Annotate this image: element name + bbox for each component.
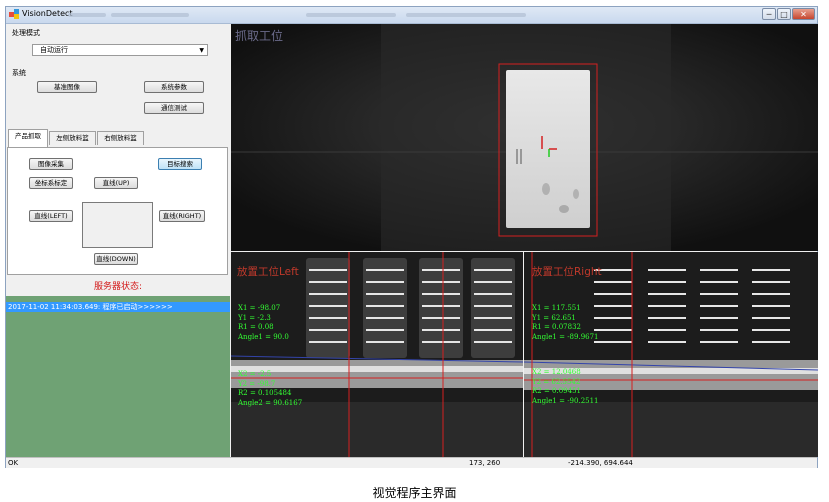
grab-camera-image — [231, 24, 818, 251]
place-right-view-label: 放置工位Right — [532, 266, 602, 278]
place-left-measurements-2: X2 = -2.5 Y2 = -98.7 R2 = 0.105484 Angle… — [238, 370, 302, 408]
measure-line: Y2 = -98.7 — [238, 379, 276, 388]
tab-panel: 图像采集 目标搜索 坐标系标定 直线(UP) 直线(LEFT) 直线(RIGHT… — [7, 147, 228, 275]
place-right-camera-image — [524, 252, 818, 457]
title-bar[interactable]: VisionDetect ─ □ ✕ — [6, 7, 817, 24]
app-window: VisionDetect ─ □ ✕ 处理模式 自动运行 ▼ 系统 基准图像 系… — [5, 6, 818, 468]
measure-line: R1 = 0.08 — [238, 323, 274, 331]
server-status-label: 服务器状态: — [93, 282, 143, 292]
camera-view-place-left[interactable]: 放置工位Left X1 = -98.07 Y1 = -2.3 R1 = 0.08… — [231, 252, 523, 457]
tab-left-basket[interactable]: 左侧放料篮 — [49, 131, 96, 145]
camera-view-place-right[interactable]: 放置工位Right X1 = 117.551 Y1 = 62.651 R1 = … — [524, 252, 818, 457]
place-right-measurements: X1 = 117.551 Y1 = 62.651 R1 = 0.07832 An… — [532, 304, 599, 342]
status-text: OK — [8, 459, 19, 467]
measure-line: R2 = 0.105484 — [238, 389, 292, 397]
minimize-button[interactable]: ─ — [762, 8, 776, 20]
measure-line: R1 = 0.07832 — [532, 323, 581, 331]
measure-line: X2 = 12.0468 — [532, 368, 581, 376]
place-left-view-label: 放置工位Left — [237, 266, 299, 278]
measure-line: Y2 = 62.5542 — [532, 377, 581, 386]
close-button[interactable]: ✕ — [792, 8, 815, 20]
comm-test-button[interactable]: 通信测试 — [144, 102, 204, 114]
tab-product-grab[interactable]: 产品抓取 — [8, 129, 48, 147]
place-left-camera-image — [231, 252, 523, 457]
place-left-measurements: X1 = -98.07 Y1 = -2.3 R1 = 0.08 Angle1 =… — [238, 304, 289, 342]
measure-line: R2 = 0.09451 — [532, 387, 581, 395]
grab-view-label: 抓取工位 — [235, 29, 284, 43]
figure-caption: 视觉程序主界面 — [372, 486, 457, 500]
blurred-title-text — [406, 13, 526, 17]
blurred-title-text — [68, 13, 106, 17]
target-search-button[interactable]: 目标搜索 — [158, 158, 202, 170]
maximize-button[interactable]: □ — [777, 8, 791, 20]
measure-line: Y1 = -2.3 — [238, 313, 271, 322]
chevron-down-icon: ▼ — [199, 47, 204, 54]
blurred-title-text — [111, 13, 189, 17]
measure-line: Angle1 = -90.2511 — [532, 396, 599, 405]
log-list[interactable]: 2017-11-02 11:34:03.649: 程序已启动>>>>>> — [6, 296, 230, 457]
tab-right-basket[interactable]: 右侧放料篮 — [97, 131, 144, 145]
mode-label: 处理模式 — [12, 29, 40, 37]
measure-line: Angle1 = 90.0 — [238, 332, 289, 341]
preview-box — [82, 202, 153, 248]
measure-line: Angle2 = 90.6167 — [238, 398, 303, 407]
base-image-button[interactable]: 基准图像 — [37, 81, 97, 93]
line-left-button[interactable]: 直线(LEFT) — [29, 210, 73, 222]
window-title: VisionDetect — [22, 9, 73, 18]
measure-line: X2 = -2.5 — [238, 370, 272, 378]
mode-select-value: 自动运行 — [40, 46, 68, 54]
control-panel: 处理模式 自动运行 ▼ 系统 基准图像 系统参数 通信测试 产品抓取 左侧放料篮… — [6, 24, 230, 457]
line-down-button[interactable]: 直线(DOWN) — [94, 253, 138, 265]
measure-line: Y1 = 62.651 — [532, 313, 576, 322]
system-label: 系统 — [12, 69, 26, 77]
measure-line: X1 = -98.07 — [238, 304, 281, 312]
mode-select[interactable]: 自动运行 ▼ — [32, 44, 208, 56]
image-capture-button[interactable]: 图像采集 — [29, 158, 73, 170]
app-icon — [9, 9, 19, 19]
line-right-button[interactable]: 直线(RIGHT) — [159, 210, 205, 222]
status-bar: OK 173, 260 -214.390, 694.644 — [6, 457, 817, 468]
camera-view-grab[interactable]: 抓取工位 — [231, 24, 818, 251]
coord-calib-button[interactable]: 坐标系标定 — [29, 177, 73, 189]
line-up-button[interactable]: 直线(UP) — [94, 177, 138, 189]
pixel-coordinates: 173, 260 — [469, 459, 501, 467]
measure-line: Angle1 = -89.9671 — [532, 332, 599, 341]
system-params-button[interactable]: 系统参数 — [144, 81, 204, 93]
world-coordinates: -214.390, 694.644 — [568, 459, 633, 467]
log-entry[interactable]: 2017-11-02 11:34:03.649: 程序已启动>>>>>> — [6, 302, 230, 312]
measure-line: X1 = 117.551 — [532, 304, 581, 312]
place-right-measurements-2: X2 = 12.0468 Y2 = 62.5542 R2 = 0.09451 A… — [532, 368, 599, 406]
blurred-title-text — [306, 13, 396, 17]
